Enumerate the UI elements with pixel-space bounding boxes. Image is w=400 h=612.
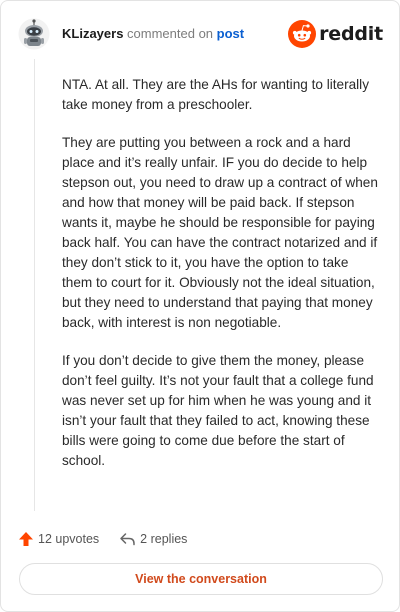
comment-paragraph: If you don’t decide to give them the mon… [62, 353, 374, 468]
upvote-count: 12 upvotes [38, 532, 100, 546]
comment-card: KLizayers commented on post reddit NTA. … [0, 0, 400, 612]
action-text: commented on [127, 26, 214, 41]
replies-button[interactable]: 2 replies [119, 531, 187, 547]
reddit-wordmark: reddit [319, 23, 383, 45]
view-conversation-button[interactable]: View the conversation [19, 563, 383, 595]
comment-paragraph: NTA. At all. They are the AHs for wantin… [62, 77, 369, 112]
username-link[interactable]: KLizayers [62, 26, 123, 41]
reddit-brand[interactable]: reddit [288, 18, 383, 50]
reply-arrow-icon [120, 533, 135, 546]
upvote-button[interactable]: 12 upvotes [18, 531, 99, 547]
comment-body: NTA. At all. They are the AHs for wantin… [62, 75, 380, 489]
post-link[interactable]: post [217, 26, 244, 41]
comment-meta: KLizayers commented on post [62, 26, 244, 41]
comment-actions: 12 upvotes 2 replies [18, 528, 187, 550]
upvote-arrow-icon [19, 532, 33, 546]
comment-paragraph: They are putting you between a rock and … [62, 135, 378, 330]
user-avatar[interactable] [18, 18, 50, 50]
comment-header: KLizayers commented on post reddit [18, 17, 383, 51]
reddit-logo-icon [288, 20, 317, 48]
reply-count: 2 replies [140, 532, 188, 546]
thread-line [34, 59, 35, 511]
snoo-avatar-icon [18, 18, 50, 50]
